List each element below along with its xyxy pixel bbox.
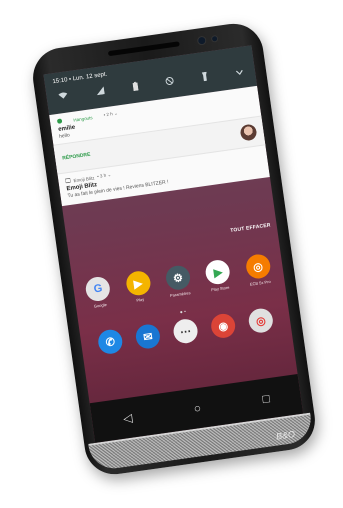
avatar (239, 123, 258, 142)
notification-app-name: Emoji Blitz (73, 174, 95, 183)
sensor (210, 34, 219, 43)
app-label: Play Store (210, 284, 230, 293)
flashlight-icon[interactable] (201, 71, 208, 83)
earpiece-speaker (107, 41, 180, 57)
chevron-down-icon[interactable] (235, 67, 243, 77)
screen: 15:10 • Lun. 12 sept. Hangouts • 2 h ⌄ e… (43, 45, 304, 443)
phone-icon[interactable]: ✆ (96, 328, 124, 356)
camera-app-icon: ◎ (244, 252, 272, 281)
do-not-disturb-icon[interactable] (165, 76, 174, 87)
emoji-blitz-icon (64, 177, 71, 185)
chrome-icon[interactable]: ◉ (209, 312, 237, 340)
app-play[interactable]: ▶ Play (119, 269, 159, 305)
signal-icon[interactable] (96, 86, 105, 97)
recents-button[interactable]: □ (261, 391, 270, 406)
messages-icon[interactable]: ✉ (134, 322, 162, 351)
app-label: Paramètres (169, 290, 191, 298)
dismiss-all-button[interactable]: TOUT EFFACER (230, 222, 271, 234)
notification-meta: • 3 h ⌄ (96, 172, 112, 179)
app-drawer-icon[interactable]: ⋯ (171, 317, 200, 345)
home-button[interactable]: ○ (193, 401, 202, 416)
wifi-icon[interactable] (58, 91, 68, 102)
notification-meta: • 2 h ⌄ (103, 110, 118, 118)
app-settings[interactable]: ⚙ Paramètres (159, 263, 199, 299)
front-camera (196, 35, 207, 46)
battery-icon[interactable] (132, 81, 139, 93)
play-folder-icon: ▶ (124, 269, 152, 297)
google-folder-icon: G (84, 275, 112, 303)
reply-button[interactable]: RÉPONDRE (62, 152, 91, 162)
app-label: Play (136, 296, 145, 303)
app-camera-pro[interactable]: ◎ ECB 5x Pro (239, 252, 279, 288)
settings-icon: ⚙ (164, 264, 192, 292)
app-play-store[interactable]: ▶ Play Store (199, 258, 239, 294)
play-store-icon: ▶ (204, 258, 232, 286)
app-label: Google (93, 301, 108, 309)
camera-icon[interactable]: ◎ (247, 307, 275, 335)
hangouts-icon (57, 118, 63, 125)
app-label: ECB 5x Pro (249, 278, 271, 287)
back-button[interactable]: ◁ (122, 411, 133, 426)
app-google[interactable]: G Google (79, 275, 119, 311)
phone-device: 15:10 • Lun. 12 sept. Hangouts • 2 h ⌄ e… (29, 19, 319, 479)
